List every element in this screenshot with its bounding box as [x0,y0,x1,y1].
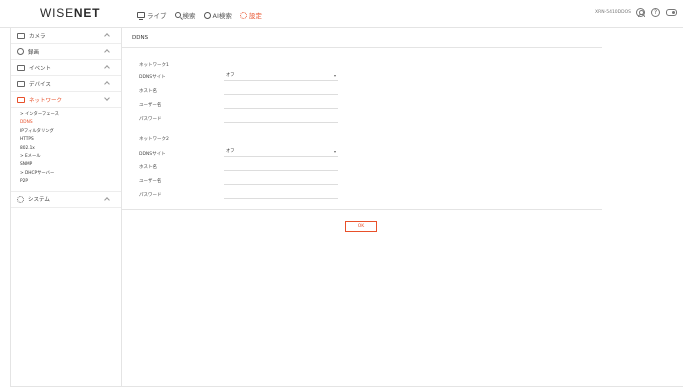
search-icon [174,12,181,18]
network2-title: ネットワーク2 [139,137,169,142]
help-icon[interactable]: ? [651,8,660,17]
network2-password-label: パスワード [139,193,162,198]
chevron-up-icon [104,33,110,39]
network1-password-label: パスワード [139,117,162,122]
network-submenu: > インターフェース DDNS IPフィルタリング HTTPS 802.1x >… [11,108,121,192]
network1-host-field[interactable] [224,86,338,95]
sidebar-sub-email[interactable]: > Eメール [20,153,121,161]
nav-ai-search[interactable]: AI検索 [203,10,232,20]
network1-user-field[interactable] [224,100,338,109]
main-nav: ライブ 検索 AI検索 設定 [137,10,270,20]
sidebar-sub-dhcp-server[interactable]: > DHCPサーバー [20,170,121,178]
sidebar: カメラ 録画 イベント デバイス ネットワーク > インターフェース DDNS … [11,28,122,386]
sidebar-item-network[interactable]: ネットワーク [11,92,121,108]
network1-ddns-site-select[interactable]: オフ [224,72,338,81]
nav-search[interactable]: 検索 [174,10,196,20]
network-icon [17,96,25,103]
bottom-divider [122,209,602,210]
chevron-up-icon [104,196,110,203]
chevron-down-icon [104,95,110,101]
main-content: DDNS ネットワーク1 DDNSサイト オフ ホスト名 ユーザー名 パスワード… [122,28,683,386]
network1-password-field[interactable] [224,114,338,123]
system-icon [17,195,24,203]
chevron-down-icon [334,151,336,153]
sidebar-item-record[interactable]: 録画 [11,44,121,60]
title-divider [122,47,602,48]
ok-button[interactable]: OK [345,221,377,232]
sidebar-sub-8021x[interactable]: 802.1x [20,145,121,153]
sidebar-sub-snmp[interactable]: SNMP [20,161,121,169]
sidebar-item-system[interactable]: システム [11,192,121,208]
chevron-up-icon [104,81,110,87]
network2-user-field[interactable] [224,176,338,185]
network2-host-label: ホスト名 [139,165,157,170]
page-title: DDNS [132,35,149,41]
network2-password-field[interactable] [224,190,338,199]
top-right-tools: XRN-5410DDOS ? [595,8,677,17]
network2-ddns-site-label: DDNSサイト [139,152,166,157]
user-id: XRN-5410DDOS [595,10,631,15]
sidebar-sub-ip-filtering[interactable]: IPフィルタリング [20,128,121,136]
sidebar-item-device[interactable]: デバイス [11,76,121,92]
chevron-down-icon [334,75,336,77]
chevron-up-icon [104,65,110,71]
network1-ddns-site-label: DDNSサイト [139,75,166,80]
monitor-icon [137,12,145,20]
nav-live[interactable]: ライブ [137,10,167,20]
record-icon [17,48,24,55]
ai-search-icon [203,11,211,19]
event-icon [17,64,25,71]
logo: WISENET [40,6,101,20]
user-icon[interactable] [636,8,645,17]
sidebar-item-event[interactable]: イベント [11,60,121,76]
sidebar-sub-https[interactable]: HTTPS [20,136,121,144]
nav-settings[interactable]: 設定 [239,10,262,20]
network1-user-label: ユーザー名 [139,103,162,108]
network1-host-label: ホスト名 [139,89,157,94]
network2-host-field[interactable] [224,162,338,171]
sidebar-sub-ddns[interactable]: DDNS [20,119,121,127]
chevron-up-icon [104,49,110,55]
sidebar-sub-interface[interactable]: > インターフェース [20,111,121,119]
network2-user-label: ユーザー名 [139,179,162,184]
top-bar: WISENET ライブ 検索 AI検索 設定 XRN-5410DDOS ? [0,0,683,28]
network1-title: ネットワーク1 [139,63,169,68]
device-icon [17,80,25,87]
gear-icon [239,11,247,19]
camera-icon [17,32,25,39]
sidebar-item-camera[interactable]: カメラ [11,28,121,44]
sidebar-sub-p2p[interactable]: P2P [20,178,121,186]
network2-ddns-site-select[interactable]: オフ [224,148,338,157]
toggle-icon[interactable] [666,9,677,16]
